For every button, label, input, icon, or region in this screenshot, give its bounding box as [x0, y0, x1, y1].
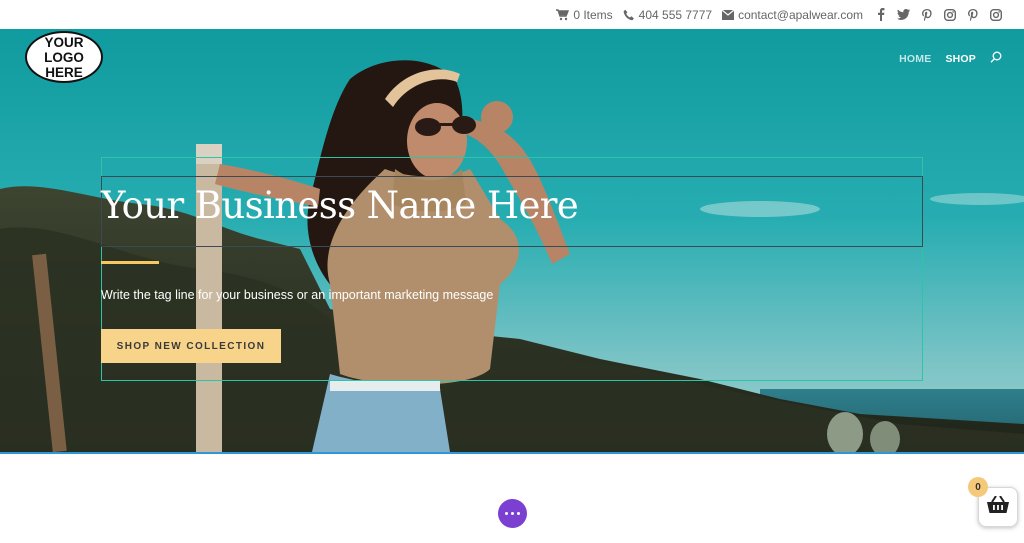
site-logo[interactable]: YOUR LOGO HERE	[25, 31, 103, 83]
email-link[interactable]: contact@apalwear.com	[722, 8, 863, 22]
email-address: contact@apalwear.com	[738, 7, 863, 22]
cart-icon	[556, 8, 570, 21]
instagram-icon[interactable]	[990, 8, 1002, 21]
pinterest-icon[interactable]	[968, 8, 978, 21]
cart-count-badge: 0	[968, 477, 988, 497]
dot	[505, 512, 508, 515]
phone-link[interactable]: 404 555 7777	[623, 8, 712, 22]
more-dots-icon[interactable]	[498, 499, 527, 528]
pinterest-icon[interactable]	[922, 8, 932, 21]
hero-bottom-border	[0, 452, 1024, 454]
social-links	[877, 8, 1002, 21]
instagram-icon[interactable]	[944, 8, 956, 21]
cart-link[interactable]: 0 Items	[556, 7, 613, 22]
phone-number: 404 555 7777	[638, 7, 713, 22]
cart-label: 0 Items	[573, 7, 613, 22]
nav-shop[interactable]: SHOP	[945, 53, 976, 65]
top-bar: 0 Items 404 555 7777 contact@apalwear.co…	[0, 0, 1024, 29]
hero-tagline: Write the tag line for your business or …	[101, 288, 494, 302]
main-nav: HOME SHOP	[899, 51, 1002, 66]
search-icon[interactable]	[990, 51, 1002, 66]
phone-icon	[623, 9, 635, 21]
nav-home[interactable]: HOME	[899, 53, 931, 65]
basket-icon	[987, 494, 1009, 519]
logo-line-2: LOGO HERE	[44, 49, 84, 80]
facebook-icon[interactable]	[877, 8, 885, 21]
logo-line-1: YOUR	[44, 34, 84, 50]
hero-divider	[101, 261, 159, 264]
dot	[517, 512, 520, 515]
twitter-icon[interactable]	[897, 9, 910, 20]
hero-title: Your Business Name Here	[101, 184, 579, 227]
shop-new-collection-button[interactable]: SHOP NEW COLLECTION	[101, 329, 281, 363]
dot	[511, 512, 514, 515]
envelope-icon	[722, 9, 735, 20]
